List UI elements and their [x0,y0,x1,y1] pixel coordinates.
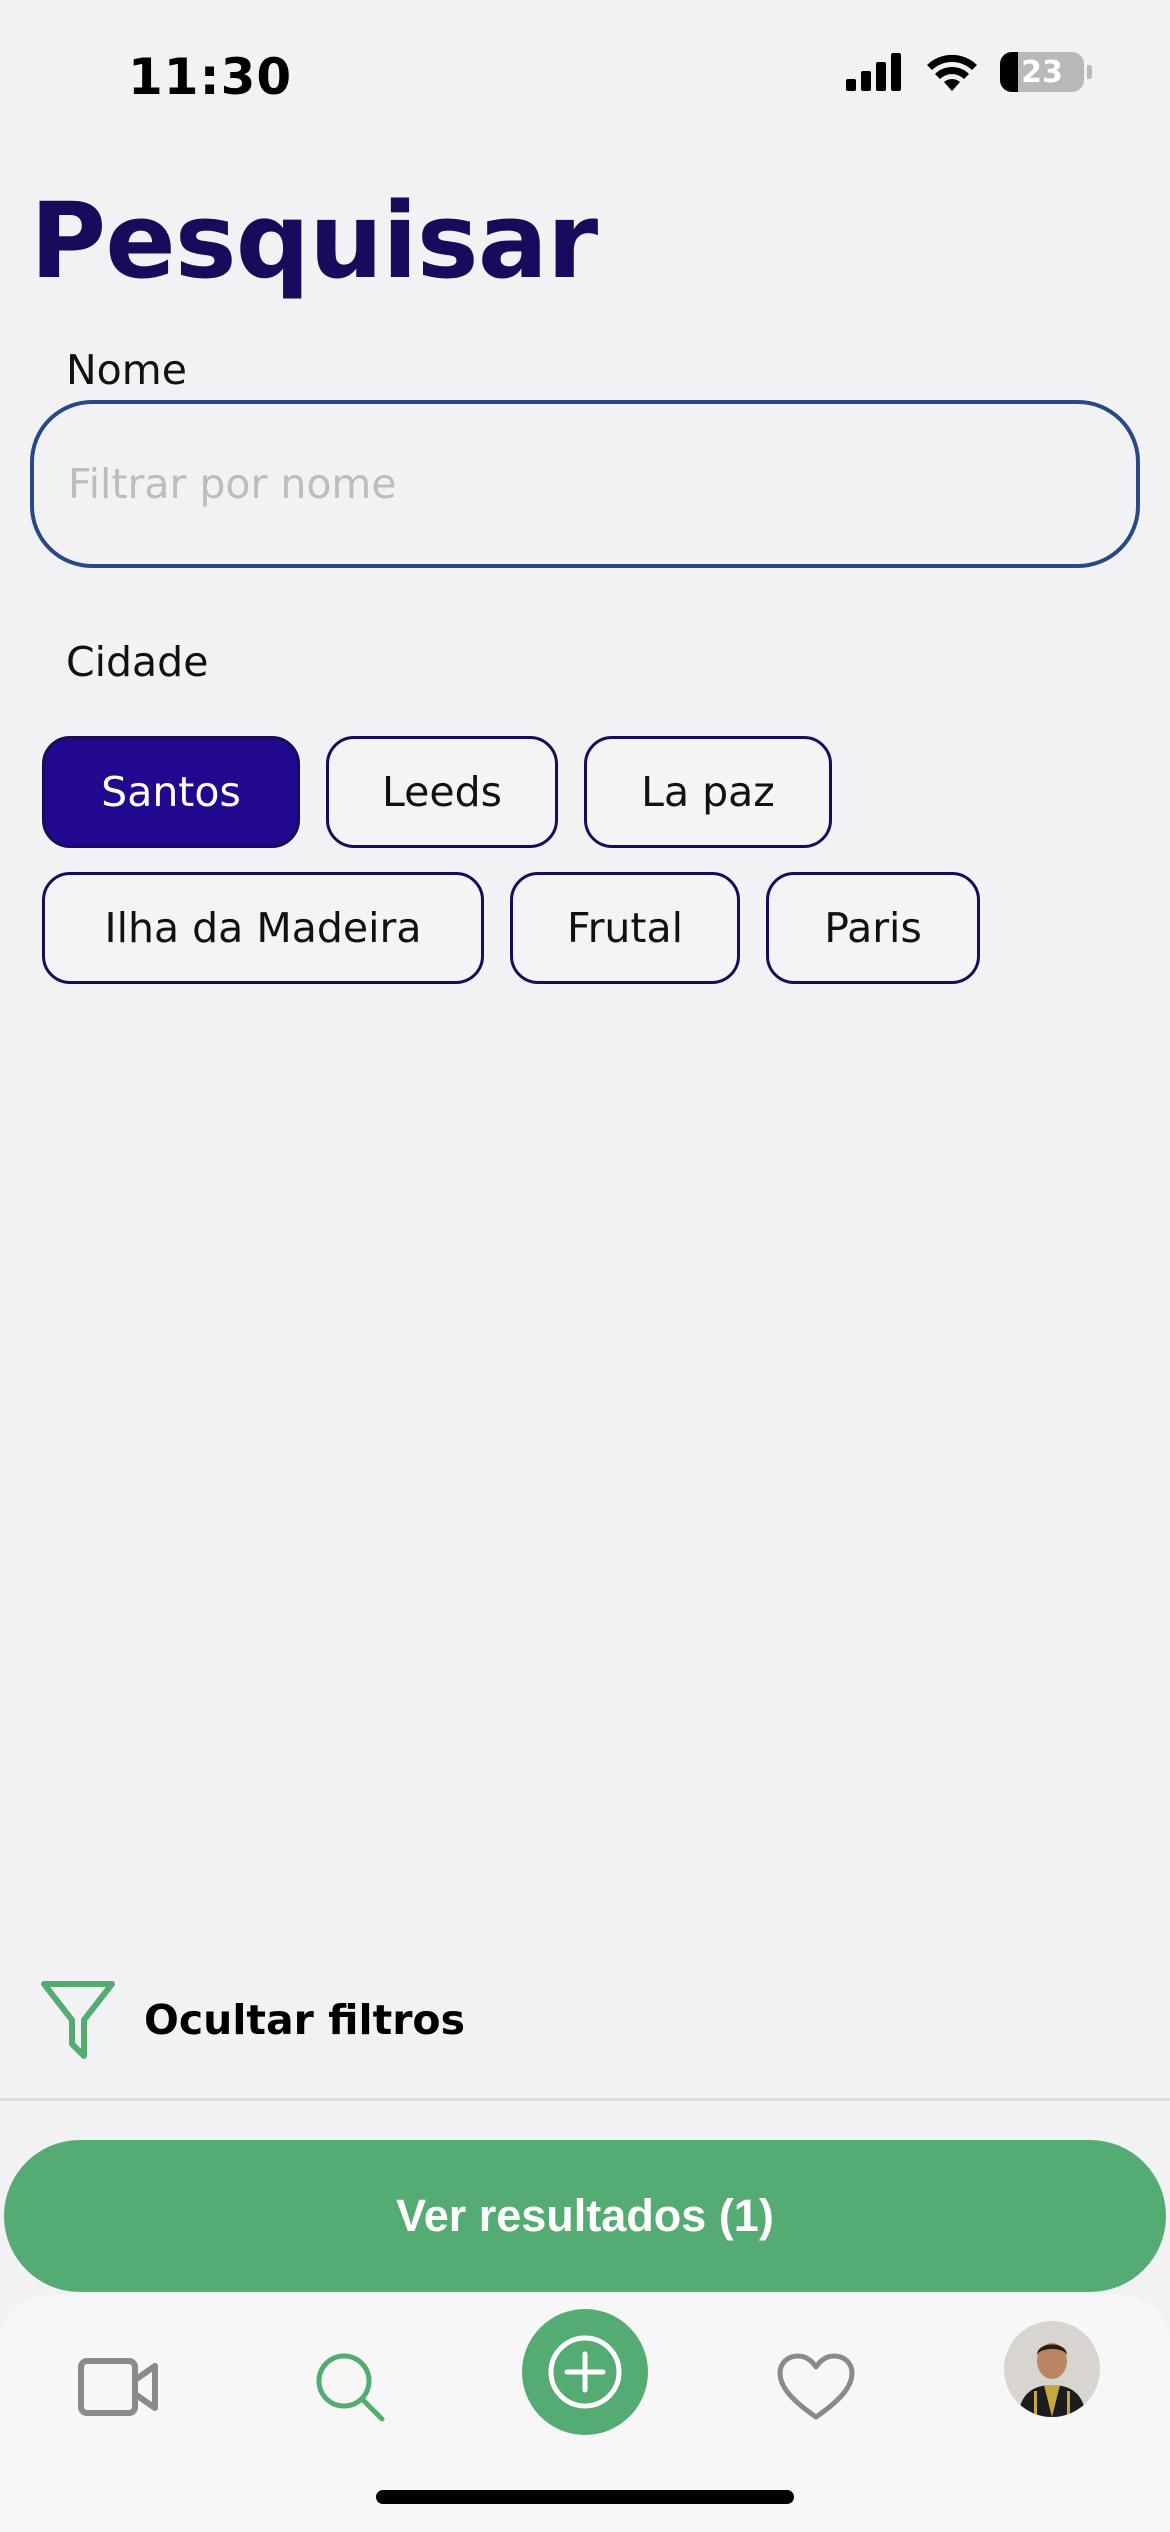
name-search-input[interactable] [34,404,1136,564]
battery-icon: 23 [1000,52,1084,92]
battery-level: 23 [1021,54,1063,90]
hide-filters-label: Ocultar filtros [144,1996,465,2044]
city-chip-leeds[interactable]: Leeds [326,736,558,848]
city-chip-santos[interactable]: Santos [42,736,300,848]
tab-favorites[interactable] [754,2325,878,2449]
tab-profile[interactable] [1004,2321,1100,2417]
avatar [1004,2321,1100,2417]
tab-add[interactable] [522,2309,648,2435]
plus-circle-icon [548,2335,622,2409]
tab-videos[interactable] [56,2325,180,2449]
search-screen: 11:30 23 Pesquisar Nome Cidade Santos Le… [0,0,1170,2532]
city-chip-ilha-da-madeira[interactable]: Ilha da Madeira [42,872,484,984]
page-title: Pesquisar [30,180,598,302]
divider [0,2098,1170,2101]
city-chip-la-paz[interactable]: La paz [584,736,832,848]
city-chip-paris[interactable]: Paris [766,872,980,984]
city-field-label: Cidade [66,638,209,686]
signal-icon [846,53,901,91]
city-chip-frutal[interactable]: Frutal [510,872,740,984]
view-results-button[interactable]: Ver resultados (1) [4,2140,1166,2292]
search-icon [316,2353,385,2422]
wifi-icon [927,54,977,91]
name-input-container [30,400,1140,568]
name-field-label: Nome [66,346,187,394]
filter-icon [41,1981,115,2059]
battery-tip [1087,65,1092,79]
video-camera-icon [78,2358,158,2416]
tab-search[interactable] [288,2325,412,2449]
heart-icon [777,2353,855,2420]
home-indicator [376,2490,794,2504]
hide-filters-toggle[interactable]: Ocultar filtros [40,1980,465,2060]
status-icons: 23 [846,52,1092,92]
status-time: 11:30 [128,48,293,106]
